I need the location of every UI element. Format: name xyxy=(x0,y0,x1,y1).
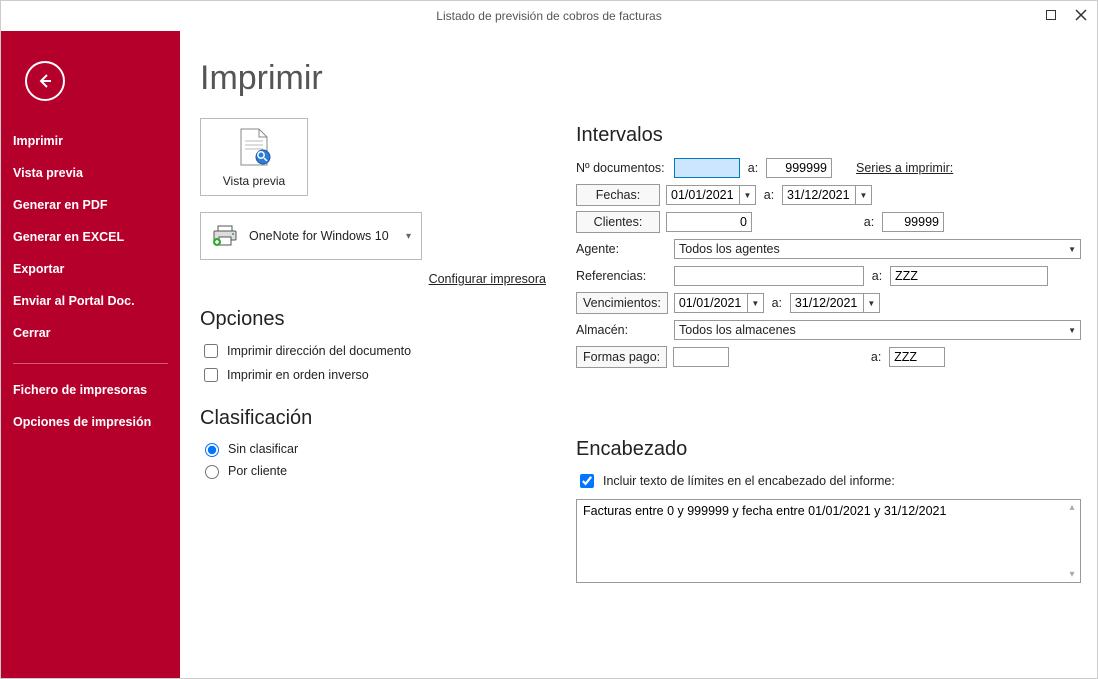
sidebar-item-generar-pdf[interactable]: Generar en PDF xyxy=(1,189,180,221)
vista-previa-label: Vista previa xyxy=(223,174,285,188)
sidebar-separator xyxy=(13,363,168,364)
fecha-from-field[interactable]: ▼ xyxy=(666,185,756,205)
a-label: a: xyxy=(870,269,884,283)
vencimiento-to-field[interactable]: ▼ xyxy=(790,293,880,313)
sidebar-item-exportar[interactable]: Exportar xyxy=(1,253,180,285)
formas-pago-button[interactable]: Formas pago: xyxy=(576,346,667,368)
chevron-down-icon[interactable]: ▼ xyxy=(747,294,763,312)
vencimiento-from-input[interactable] xyxy=(675,294,747,312)
opciones-heading: Opciones xyxy=(200,308,546,331)
almacen-label: Almacén: xyxy=(576,323,668,337)
a-label: a: xyxy=(762,188,776,202)
radio-por-cliente[interactable]: Por cliente xyxy=(200,462,546,479)
checkbox-orden-label: Imprimir en orden inverso xyxy=(227,368,369,382)
chevron-down-icon: ▼ xyxy=(1068,245,1076,254)
chevron-down-icon[interactable]: ▼ xyxy=(739,186,755,204)
scroll-down-icon[interactable]: ▾ xyxy=(1069,567,1074,582)
a-label: a: xyxy=(746,161,760,175)
configurar-impresora-link[interactable]: Configurar impresora xyxy=(200,272,546,286)
sidebar-item-fichero-impresoras[interactable]: Fichero de impresoras xyxy=(1,374,180,406)
checkbox-orden-inverso[interactable]: Imprimir en orden inverso xyxy=(200,365,546,385)
a-label: a: xyxy=(770,296,784,310)
vista-previa-button[interactable]: Vista previa xyxy=(200,118,308,196)
title-bar: Listado de previsión de cobros de factur… xyxy=(1,1,1097,31)
document-preview-icon xyxy=(237,127,271,170)
clasificacion-heading: Clasificación xyxy=(200,407,546,430)
radio-sin-clasificar[interactable]: Sin clasificar xyxy=(200,440,546,457)
sidebar-item-vista-previa[interactable]: Vista previa xyxy=(1,157,180,189)
maximize-icon[interactable] xyxy=(1041,5,1061,25)
encabezado-heading: Encabezado xyxy=(576,438,1081,461)
sidebar-item-enviar-portal[interactable]: Enviar al Portal Doc. xyxy=(1,285,180,317)
sidebar-item-opciones-impresion[interactable]: Opciones de impresión xyxy=(1,406,180,438)
encabezado-textarea-wrap: ▴ ▾ xyxy=(576,499,1081,583)
radio-sin-clasificar-input[interactable] xyxy=(205,443,219,457)
fecha-to-input[interactable] xyxy=(783,186,855,204)
radio-por-cliente-input[interactable] xyxy=(205,465,219,479)
referencias-from-input[interactable] xyxy=(674,266,864,286)
agente-value: Todos los agentes xyxy=(679,242,780,256)
checkbox-orden-input[interactable] xyxy=(204,368,218,382)
chevron-down-icon[interactable]: ▼ xyxy=(855,186,871,204)
fechas-button[interactable]: Fechas: xyxy=(576,184,660,206)
formas-from-input[interactable] xyxy=(673,347,729,367)
intervalos-heading: Intervalos xyxy=(576,124,1081,147)
checkbox-incluir-texto[interactable]: Incluir texto de límites en el encabezad… xyxy=(576,471,1081,491)
fecha-from-input[interactable] xyxy=(667,186,739,204)
clientes-to-input[interactable] xyxy=(882,212,944,232)
checkbox-direccion-input[interactable] xyxy=(204,344,218,358)
series-imprimir-link[interactable]: Series a imprimir: xyxy=(856,161,953,175)
almacen-value: Todos los almacenes xyxy=(679,323,796,337)
back-button[interactable] xyxy=(25,61,65,101)
ndocumentos-to-input[interactable] xyxy=(766,158,832,178)
sidebar-item-cerrar[interactable]: Cerrar xyxy=(1,317,180,349)
a-label: a: xyxy=(869,350,883,364)
scrollbar[interactable]: ▴ ▾ xyxy=(1064,500,1080,582)
page-title: Imprimir xyxy=(200,59,1077,98)
content-area: Imprimir Vista previa xyxy=(180,31,1097,678)
formas-to-input[interactable] xyxy=(889,347,945,367)
vencimientos-button[interactable]: Vencimientos: xyxy=(576,292,668,314)
scroll-up-icon[interactable]: ▴ xyxy=(1069,500,1074,515)
agente-select[interactable]: Todos los agentes ▼ xyxy=(674,239,1081,259)
chevron-down-icon: ▾ xyxy=(406,231,411,242)
checkbox-incluir-label: Incluir texto de límites en el encabezad… xyxy=(603,474,895,488)
referencias-label: Referencias: xyxy=(576,269,668,283)
checkbox-direccion-label: Imprimir dirección del documento xyxy=(227,344,411,358)
fecha-to-field[interactable]: ▼ xyxy=(782,185,872,205)
sidebar: Imprimir Vista previa Generar en PDF Gen… xyxy=(1,31,180,678)
radio-por-cliente-label: Por cliente xyxy=(228,464,287,478)
sidebar-item-generar-excel[interactable]: Generar en EXCEL xyxy=(1,221,180,253)
close-icon[interactable] xyxy=(1071,5,1091,25)
clientes-button[interactable]: Clientes: xyxy=(576,211,660,233)
ndocumentos-from-input[interactable] xyxy=(674,158,740,178)
clientes-from-input[interactable] xyxy=(666,212,752,232)
radio-sin-clasificar-label: Sin clasificar xyxy=(228,442,298,456)
ndocumentos-label: Nº documentos: xyxy=(576,161,668,175)
printer-icon xyxy=(211,224,239,248)
encabezado-textarea[interactable] xyxy=(577,500,1065,580)
checkbox-direccion-documento[interactable]: Imprimir dirección del documento xyxy=(200,341,546,361)
vencimiento-to-input[interactable] xyxy=(791,294,863,312)
almacen-select[interactable]: Todos los almacenes ▼ xyxy=(674,320,1081,340)
referencias-to-input[interactable] xyxy=(890,266,1048,286)
vencimiento-from-field[interactable]: ▼ xyxy=(674,293,764,313)
agente-label: Agente: xyxy=(576,242,668,256)
chevron-down-icon[interactable]: ▼ xyxy=(863,294,879,312)
printer-select[interactable]: OneNote for Windows 10 ▾ xyxy=(200,212,422,260)
checkbox-incluir-input[interactable] xyxy=(580,474,594,488)
printer-name: OneNote for Windows 10 xyxy=(249,229,389,243)
chevron-down-icon: ▼ xyxy=(1068,326,1076,335)
a-label: a: xyxy=(862,215,876,229)
window-title: Listado de previsión de cobros de factur… xyxy=(436,9,661,23)
sidebar-item-imprimir[interactable]: Imprimir xyxy=(1,125,180,157)
